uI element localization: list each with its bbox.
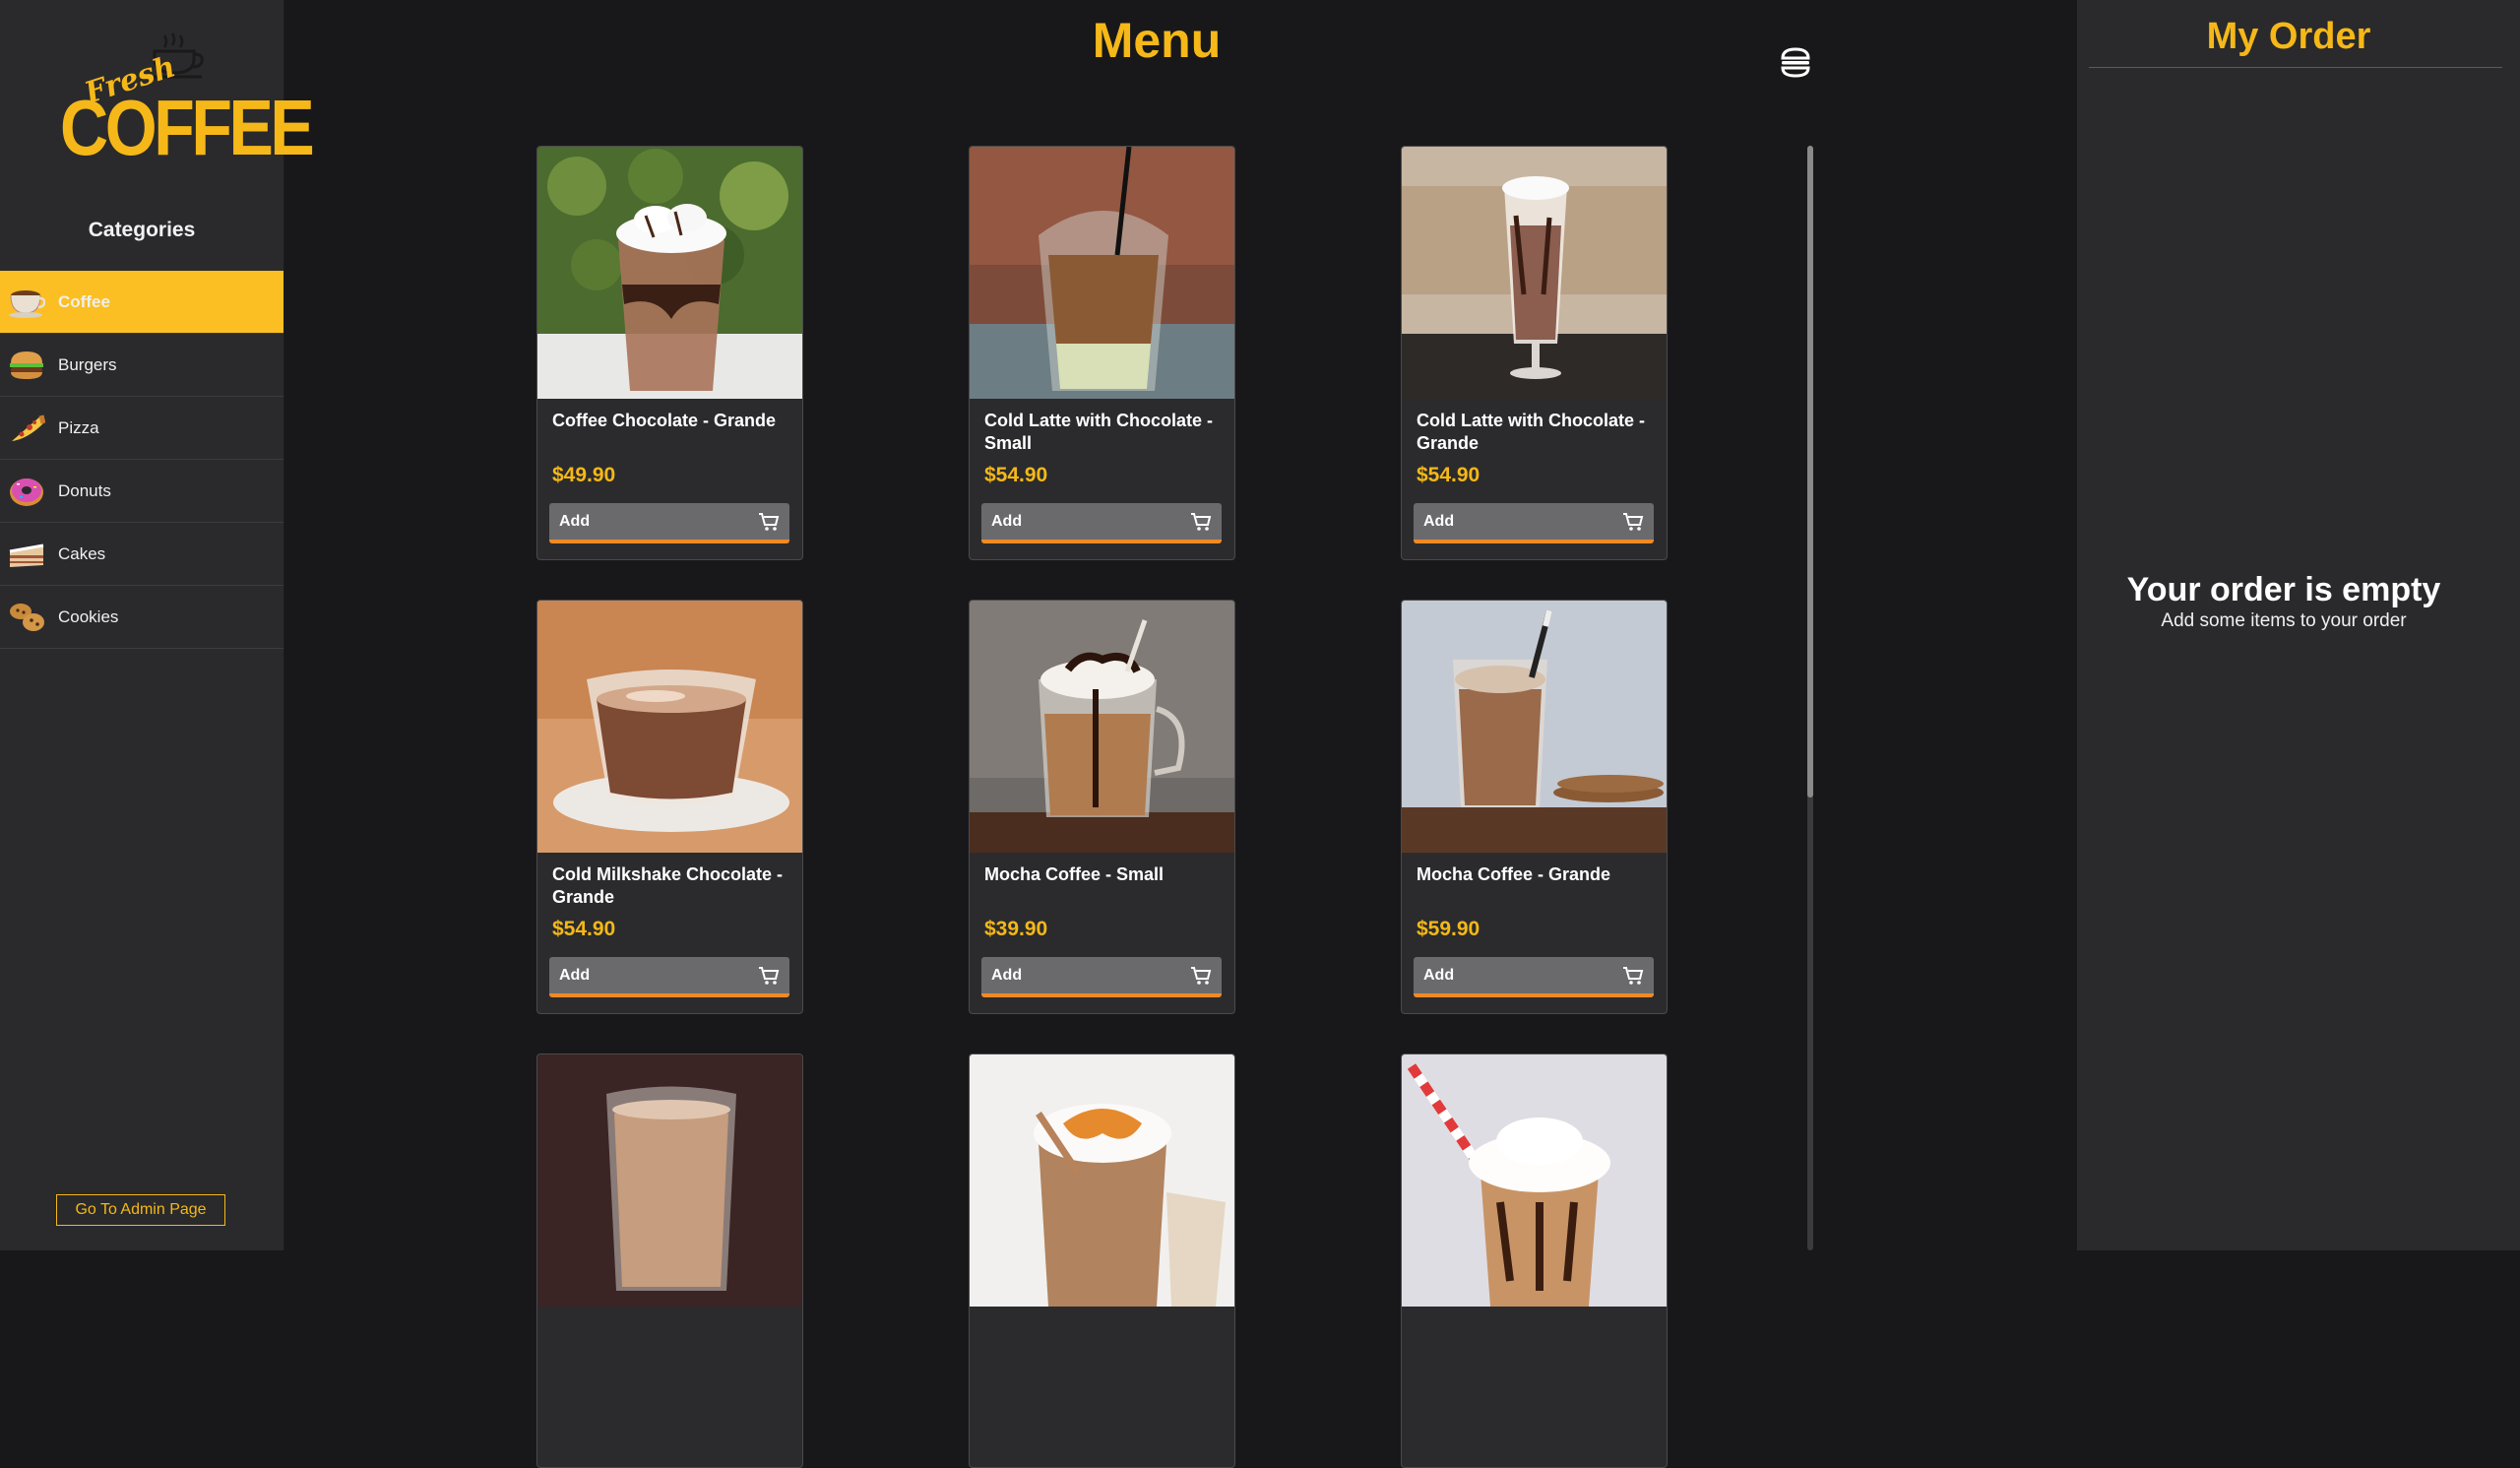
product-name: Cold Latte with Chocolate - Grande xyxy=(1417,411,1645,453)
add-button-label: Add xyxy=(1423,512,1455,530)
order-empty-subtitle: Add some items to your order xyxy=(2161,610,2407,631)
product-image-coffee-chocolate-grande xyxy=(537,147,802,399)
product-name: Mocha Coffee - Grande xyxy=(1417,864,1611,884)
category-item-donuts[interactable]: Donuts xyxy=(0,460,284,523)
category-list: Coffee Burgers Pizza Donuts Cakes Cookie… xyxy=(0,271,284,649)
order-divider xyxy=(2089,67,2502,68)
order-panel: My Order Your order is empty Add some it… xyxy=(2077,0,2520,1250)
category-item-cakes[interactable]: Cakes xyxy=(0,523,284,586)
product-image-mocha-coffee-grande xyxy=(1402,601,1667,853)
add-to-order-button[interactable]: Add xyxy=(549,503,789,543)
order-title: My Order xyxy=(2206,16,2371,57)
cart-icon xyxy=(1623,966,1644,985)
product-price: $54.90 xyxy=(984,464,1048,486)
product-card: Cold Milkshake Chocolate - Grande $54.90… xyxy=(536,600,803,1014)
category-label-pizza: Pizza xyxy=(58,417,99,437)
admin-page-button[interactable]: Go To Admin Page xyxy=(56,1194,225,1226)
product-card: Cold Latte with Chocolate - Grande $54.9… xyxy=(1401,146,1668,560)
menu-scrollbar-thumb[interactable] xyxy=(1807,146,1813,798)
add-to-order-button[interactable]: Add xyxy=(1414,503,1654,543)
cart-icon xyxy=(1623,512,1644,531)
product-card: Coffee Chocolate - Grande $49.90 Add xyxy=(536,146,803,560)
product-name: Cold Latte with Chocolate - Small xyxy=(984,411,1213,453)
category-label-cakes: Cakes xyxy=(58,543,106,563)
add-button-label: Add xyxy=(991,512,1023,530)
add-button-label: Add xyxy=(1423,966,1455,984)
hamburger-icon[interactable] xyxy=(1778,45,1813,81)
coffee-cup-icon xyxy=(7,283,46,322)
add-to-order-button[interactable]: Add xyxy=(1414,957,1654,997)
cart-icon xyxy=(759,512,780,531)
product-card: Mocha Coffee - Grande $59.90 Add xyxy=(1401,600,1668,1014)
donut-icon xyxy=(7,472,46,511)
category-item-burgers[interactable]: Burgers xyxy=(0,334,284,397)
product-card xyxy=(969,1053,1235,1468)
fresh-coffee-logo: Fresh COFFEE xyxy=(54,30,315,177)
add-button-label: Add xyxy=(559,512,591,530)
product-image-cold-latte-chocolate-grande xyxy=(1402,147,1667,399)
logo-coffee-text: COFFEE xyxy=(60,84,315,171)
product-name: Cold Milkshake Chocolate - Grande xyxy=(552,864,784,907)
category-item-cookies[interactable]: Cookies xyxy=(0,586,284,649)
categories-title: Categories xyxy=(88,219,196,241)
product-price: $54.90 xyxy=(1417,464,1480,486)
category-label-donuts: Donuts xyxy=(58,480,111,500)
product-image-chocolate-frappe xyxy=(1402,1054,1667,1307)
product-grid: Coffee Chocolate - Grande $49.90 Add Col… xyxy=(536,146,1668,1468)
category-item-pizza[interactable]: Pizza xyxy=(0,397,284,460)
product-name: Mocha Coffee - Small xyxy=(984,864,1165,884)
product-card xyxy=(536,1053,803,1468)
product-image-cold-milkshake-chocolate-grande xyxy=(537,601,802,853)
add-to-order-button[interactable]: Add xyxy=(981,957,1222,997)
product-card: Cold Latte with Chocolate - Small $54.90… xyxy=(969,146,1235,560)
add-button-label: Add xyxy=(991,966,1023,984)
cart-icon xyxy=(1191,512,1212,531)
product-price: $54.90 xyxy=(552,918,616,940)
cookie-icon xyxy=(7,598,46,637)
product-price: $39.90 xyxy=(984,918,1048,940)
add-button-label: Add xyxy=(559,966,591,984)
order-empty-title: Your order is empty xyxy=(2126,571,2441,608)
product-name: Coffee Chocolate - Grande xyxy=(552,411,777,430)
category-label-coffee: Coffee xyxy=(58,291,110,311)
burger-icon xyxy=(7,346,46,385)
category-label-cookies: Cookies xyxy=(58,606,119,626)
product-image-cold-latte-chocolate-small xyxy=(970,147,1234,399)
product-image-mocha-coffee-small xyxy=(970,601,1234,853)
add-to-order-button[interactable]: Add xyxy=(981,503,1222,543)
categories-sidebar: Fresh COFFEE Categories Coffee Burgers P… xyxy=(0,0,315,1250)
cart-icon xyxy=(759,966,780,985)
category-label-burgers: Burgers xyxy=(58,354,117,374)
product-image-caramel-frappe xyxy=(970,1054,1234,1307)
page-title: Menu xyxy=(1092,13,1222,68)
product-price: $49.90 xyxy=(552,464,616,486)
cart-icon xyxy=(1191,966,1212,985)
product-card: Mocha Coffee - Small $39.90 Add xyxy=(969,600,1235,1014)
add-to-order-button[interactable]: Add xyxy=(549,957,789,997)
product-image-latte-glass xyxy=(537,1054,802,1307)
category-item-coffee[interactable]: Coffee xyxy=(0,271,284,334)
product-card xyxy=(1401,1053,1668,1468)
pizza-icon xyxy=(7,409,46,448)
product-price: $59.90 xyxy=(1417,918,1480,940)
cake-icon xyxy=(7,535,46,574)
